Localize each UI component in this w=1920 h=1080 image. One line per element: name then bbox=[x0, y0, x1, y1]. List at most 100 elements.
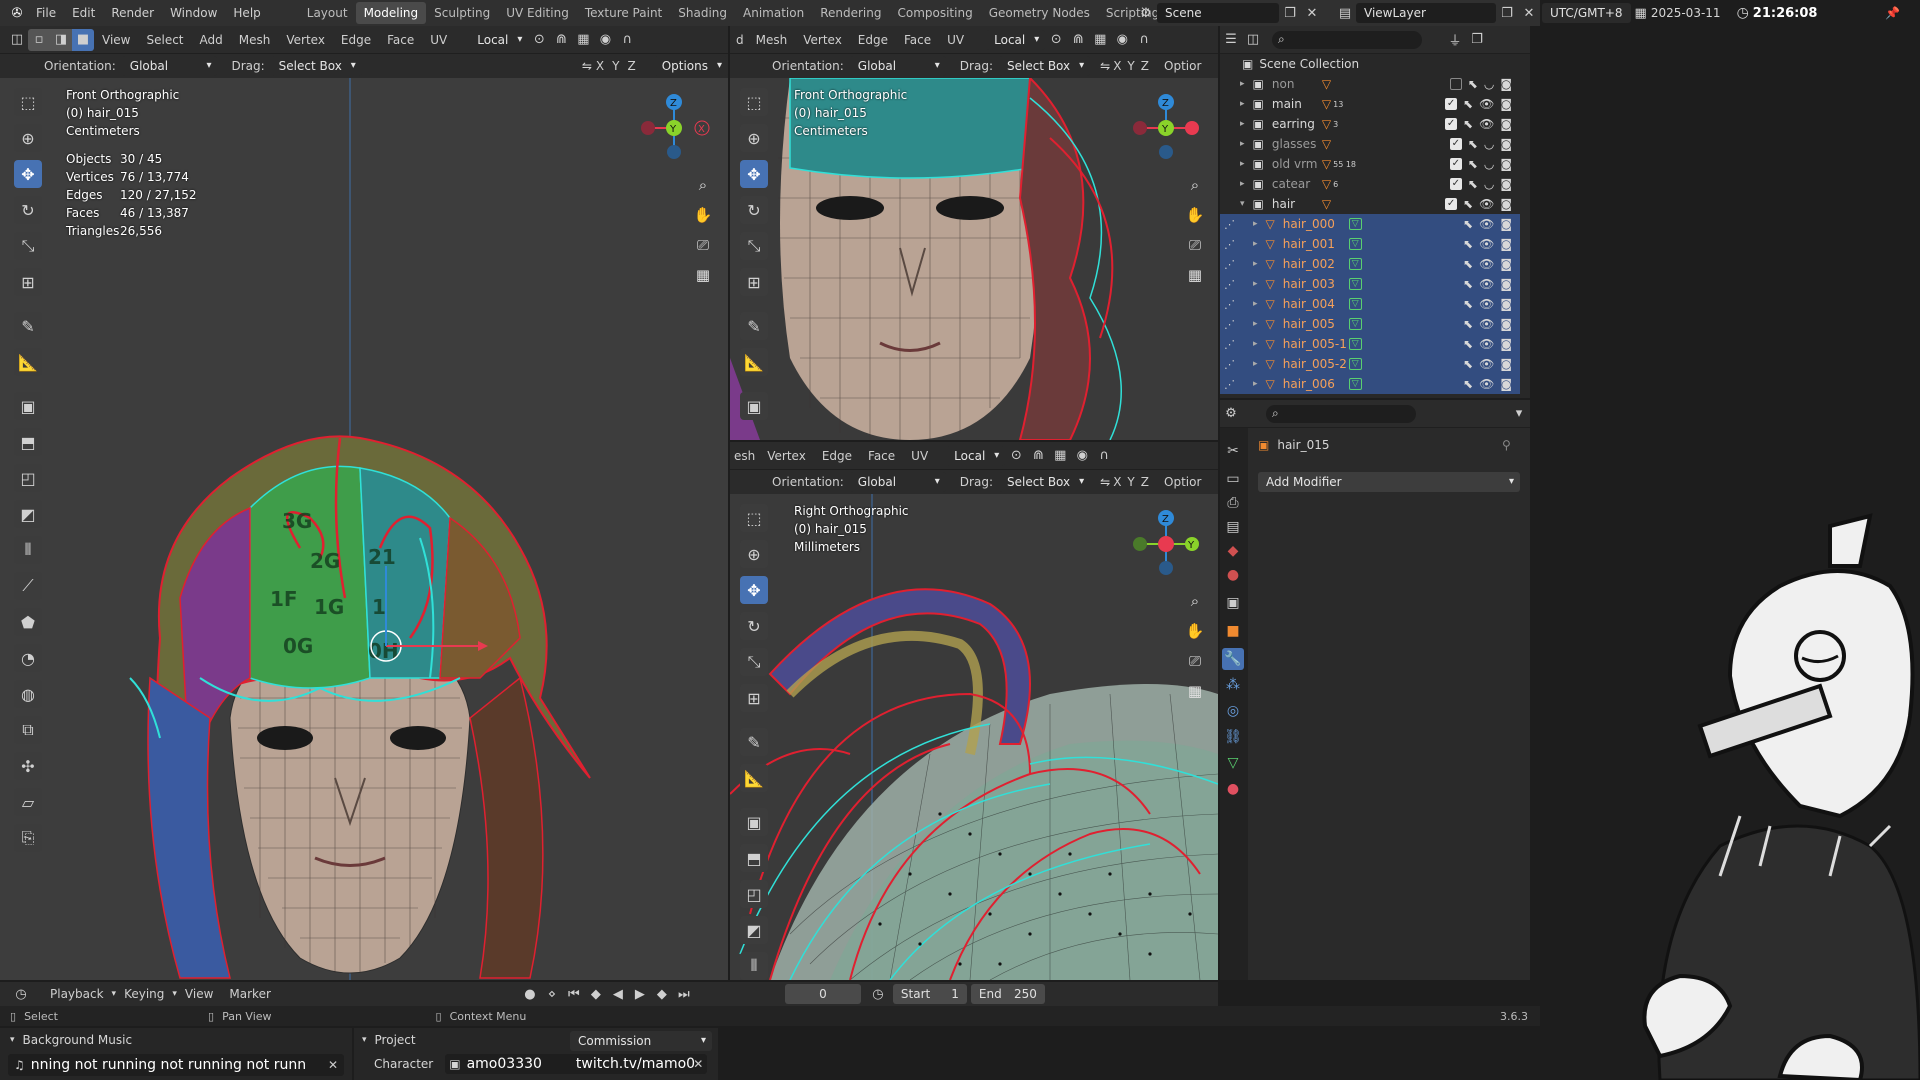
pan-hand-icon[interactable]: ✋ bbox=[690, 202, 716, 228]
render-camera-icon[interactable]: ◙ bbox=[1500, 157, 1512, 171]
shrink-fatten-tool-icon[interactable]: ✣ bbox=[14, 752, 42, 780]
select-cursor-icon[interactable]: ⬉ bbox=[1463, 117, 1473, 131]
render-camera-icon[interactable]: ◙ bbox=[1500, 317, 1512, 331]
expand-arrow-icon[interactable]: ▸ bbox=[1253, 339, 1258, 349]
menu-edge[interactable]: Edge bbox=[850, 29, 896, 51]
navigation-gizmo[interactable]: Z Y X bbox=[630, 86, 710, 166]
top-right-viewport[interactable]: Front Orthographic (0) hair_015 Centimet… bbox=[730, 78, 1218, 440]
axis-y-toggle[interactable]: Y bbox=[1124, 471, 1137, 493]
select-cursor-icon[interactable]: ⬉ bbox=[1468, 177, 1478, 191]
menu-help[interactable]: Help bbox=[225, 2, 268, 24]
tab-texture-paint[interactable]: Texture Paint bbox=[577, 2, 670, 24]
expand-arrow-icon[interactable]: ▸ bbox=[1253, 279, 1258, 289]
edge-slide-tool-icon[interactable]: ⧉ bbox=[14, 716, 42, 744]
axis-y-toggle[interactable]: Y bbox=[608, 55, 623, 77]
outliner-collection-row[interactable]: ▸ ▣ old vrm ▽ 55 18 ✓ ⬉ ◡ ◙ bbox=[1220, 154, 1520, 174]
menu-partial-d[interactable]: d bbox=[732, 29, 748, 51]
cursor-tool-icon[interactable]: ⊕ bbox=[740, 124, 768, 152]
annotate-tool-icon[interactable]: ✎ bbox=[14, 312, 42, 340]
close-icon[interactable]: ✕ bbox=[328, 1058, 338, 1072]
select-cursor-icon[interactable]: ⬉ bbox=[1463, 217, 1473, 231]
measure-tool-icon[interactable]: 📐 bbox=[14, 348, 42, 376]
play-icon[interactable]: ▶ bbox=[629, 983, 651, 1005]
filter-icon[interactable]: ⏚ bbox=[1444, 29, 1466, 51]
delete-view-layer-icon[interactable]: ✕ bbox=[1518, 2, 1540, 24]
project-dropdown[interactable]: Commission bbox=[570, 1031, 712, 1051]
rotate-tool-icon[interactable]: ↻ bbox=[14, 196, 42, 224]
world-tab-icon[interactable]: ● bbox=[1222, 564, 1244, 586]
physics-tab-icon[interactable]: ◎ bbox=[1222, 700, 1244, 722]
menu-add[interactable]: Add bbox=[192, 29, 231, 51]
transform-space-dropdown[interactable]: Local bbox=[986, 29, 1046, 50]
pin-icon[interactable]: 📌 bbox=[1885, 6, 1900, 20]
expand-arrow-icon[interactable]: ▸ bbox=[1253, 219, 1258, 229]
menu-keying[interactable]: Keying bbox=[116, 983, 172, 1005]
menu-render[interactable]: Render bbox=[103, 2, 162, 24]
new-scene-icon[interactable]: ❐ bbox=[1279, 2, 1301, 24]
visibility-eye-icon[interactable]: ◡ bbox=[1484, 177, 1494, 191]
visibility-eye-icon[interactable]: 👁 bbox=[1479, 257, 1494, 271]
navigation-gizmo[interactable]: Z Y bbox=[1126, 502, 1206, 582]
falloff-icon[interactable]: ∩ bbox=[1093, 445, 1115, 467]
visibility-eye-icon[interactable]: ◡ bbox=[1484, 157, 1494, 171]
play-reverse-icon[interactable]: ◀ bbox=[607, 983, 629, 1005]
expand-arrow-icon[interactable]: ▸ bbox=[1240, 99, 1245, 109]
move-tool-icon[interactable]: ✥ bbox=[740, 160, 768, 188]
menu-vertex[interactable]: Vertex bbox=[759, 445, 814, 467]
add-cube-tool-icon[interactable]: ▣ bbox=[740, 392, 768, 420]
expand-arrow-icon[interactable]: ▸ bbox=[1253, 319, 1258, 329]
expand-arrow-icon[interactable]: ▸ bbox=[1253, 359, 1258, 369]
visibility-eye-icon[interactable]: 👁 bbox=[1479, 317, 1494, 331]
outliner-collection-row[interactable]: ▸ ▣ main ▽ 13 ✓ ⬉ 👁 ◙ bbox=[1220, 94, 1520, 114]
ortho-grid-icon[interactable]: ▦ bbox=[690, 262, 716, 288]
expand-arrow-icon[interactable]: ▸ bbox=[1253, 299, 1258, 309]
exclude-checkbox[interactable]: ✓ bbox=[1445, 118, 1458, 130]
menu-vertex[interactable]: Vertex bbox=[278, 29, 333, 51]
axis-x-toggle[interactable]: X bbox=[592, 55, 608, 77]
smooth-tool-icon[interactable]: ◍ bbox=[14, 680, 42, 708]
inset-tool-icon[interactable]: ◰ bbox=[740, 880, 768, 908]
axis-x-toggle[interactable]: X bbox=[1110, 55, 1124, 77]
annotate-tool-icon[interactable]: ✎ bbox=[740, 312, 768, 340]
exclude-checkbox[interactable]: ✓ bbox=[1449, 138, 1462, 150]
start-frame-field[interactable]: Start 1 bbox=[892, 984, 967, 1004]
options-chevron-icon[interactable]: ▾ bbox=[1508, 403, 1530, 425]
tool-tab-icon[interactable]: ✂ bbox=[1222, 440, 1244, 462]
render-camera-icon[interactable]: ◙ bbox=[1500, 97, 1512, 111]
pin-icon[interactable]: ⚲ bbox=[1502, 438, 1511, 452]
menu-uv[interactable]: UV bbox=[939, 29, 972, 51]
rip-tool-icon[interactable]: ⎘ bbox=[14, 824, 42, 852]
outliner-object-row[interactable]: ⋰ ▸ ▽ hair_005-2 ▽ ⬉ 👁 ◙ bbox=[1220, 354, 1520, 374]
select-cursor-icon[interactable]: ⬉ bbox=[1468, 137, 1478, 151]
jump-end-icon[interactable]: ⏭ bbox=[673, 983, 695, 1005]
select-cursor-icon[interactable]: ⬉ bbox=[1463, 277, 1473, 291]
rotate-tool-icon[interactable]: ↻ bbox=[740, 196, 768, 224]
transform-space-dropdown[interactable]: Local bbox=[946, 445, 1006, 466]
tab-layout[interactable]: Layout bbox=[299, 2, 356, 24]
visibility-eye-icon[interactable]: 👁 bbox=[1479, 97, 1494, 111]
add-cube-tool-icon[interactable]: ▣ bbox=[14, 392, 42, 420]
options-dropdown[interactable]: Optior bbox=[1162, 55, 1203, 77]
falloff-icon[interactable]: ∩ bbox=[1133, 29, 1155, 51]
left-viewport[interactable]: 3G 2G 1G 0G 0H 1F 0F 21 1 Front Orthogra… bbox=[0, 78, 728, 980]
render-tab-icon[interactable]: ▭ bbox=[1222, 468, 1244, 490]
outliner-collection-row[interactable]: ▸ ▣ catear ▽ 6 ✓ ⬉ ◡ ◙ bbox=[1220, 174, 1520, 194]
timeline-editor-icon[interactable]: ◷ bbox=[10, 983, 32, 1005]
view-layer-tab-icon[interactable]: ▤ bbox=[1222, 516, 1244, 538]
character-link[interactable]: twitch.tv/mamo0 bbox=[576, 1056, 695, 1072]
outliner-object-row[interactable]: ⋰ ▸ ▽ hair_002 ▽ ⬉ 👁 ◙ bbox=[1220, 254, 1520, 274]
outliner-search-input[interactable]: ⌕ bbox=[1272, 30, 1422, 49]
pivot-icon[interactable]: ⊙ bbox=[528, 29, 550, 51]
output-tab-icon[interactable]: ⎙ bbox=[1222, 492, 1244, 514]
display-mode-icon[interactable]: ◫ bbox=[1242, 29, 1264, 51]
expand-arrow-icon[interactable]: ▸ bbox=[1240, 179, 1245, 189]
proportional-edit-icon[interactable]: ◉ bbox=[594, 29, 616, 51]
drag-dropdown[interactable]: Select Box bbox=[998, 56, 1091, 76]
menu-file[interactable]: File bbox=[28, 2, 64, 24]
axis-z-toggle[interactable]: Z bbox=[623, 55, 639, 77]
menu-vertex[interactable]: Vertex bbox=[795, 29, 850, 51]
shear-tool-icon[interactable]: ▱ bbox=[14, 788, 42, 816]
extrude-tool-icon[interactable]: ⬒ bbox=[14, 428, 42, 456]
tab-modeling[interactable]: Modeling bbox=[355, 2, 427, 24]
scene-icon[interactable]: ⚙ bbox=[1135, 2, 1157, 24]
